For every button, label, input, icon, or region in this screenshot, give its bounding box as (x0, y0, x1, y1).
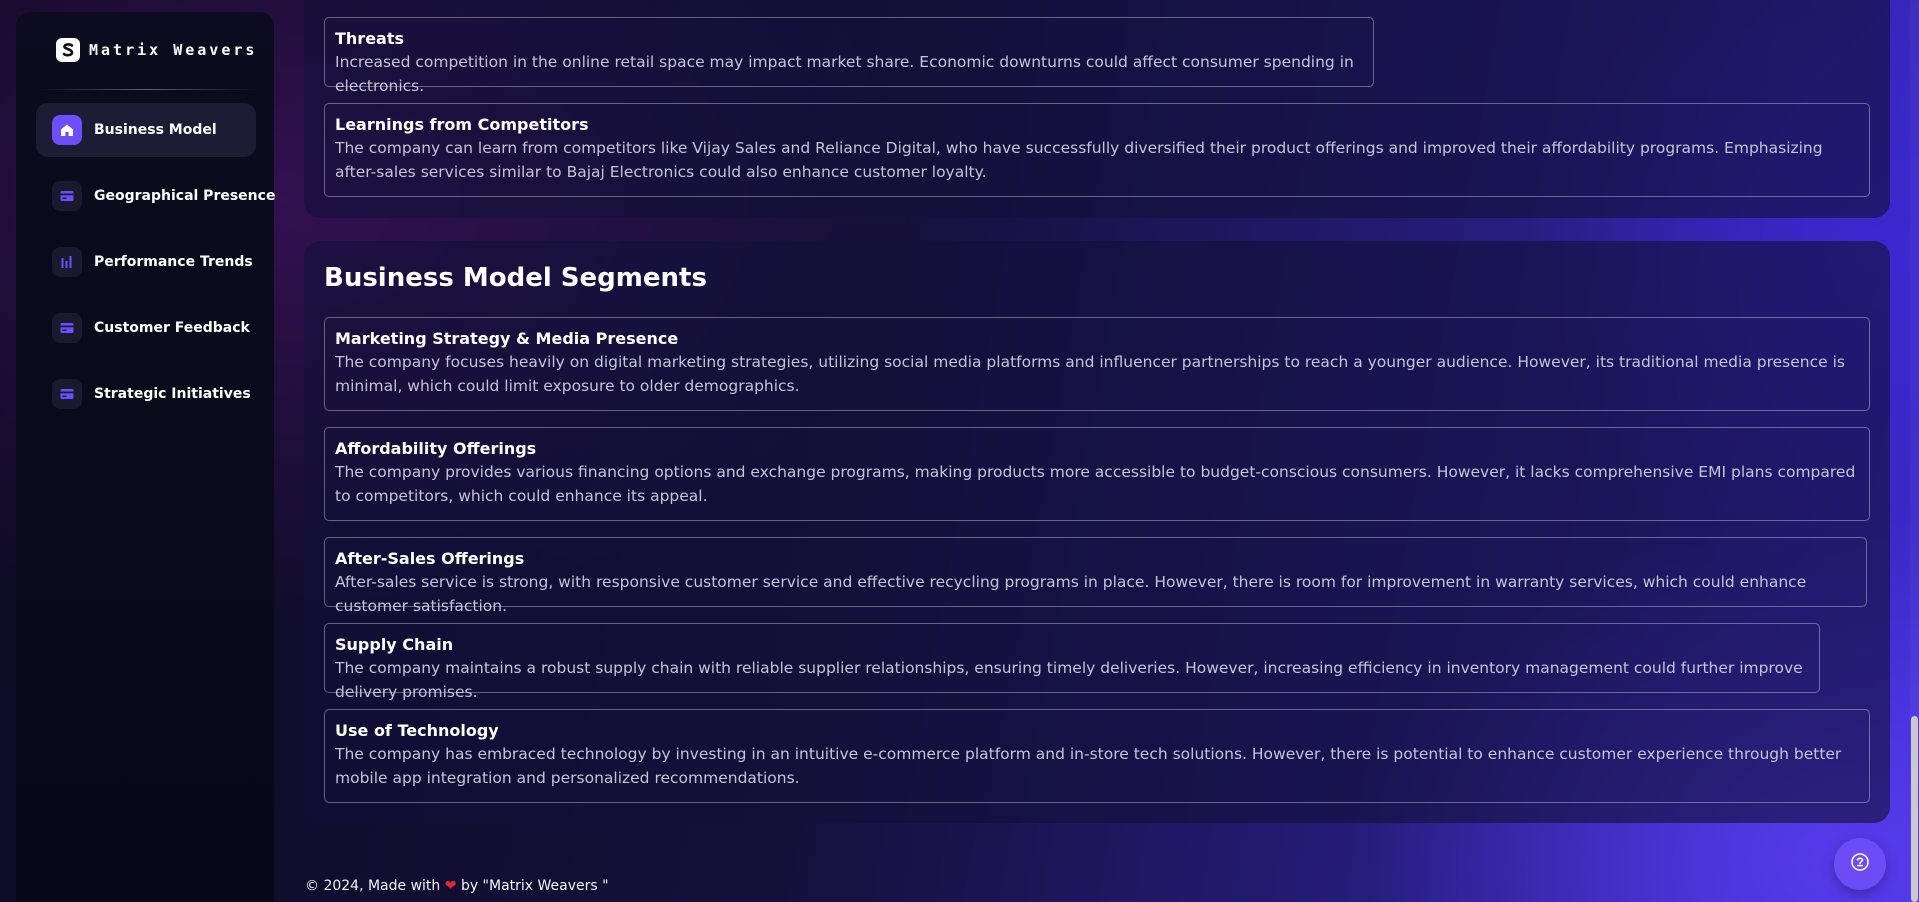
learnings-title: Learnings from Competitors (335, 115, 589, 134)
card-icon (52, 313, 82, 343)
sidebar-item-label: Performance Trends (94, 254, 253, 270)
threats-title: Threats (335, 29, 405, 48)
segment-title: Use of Technology (335, 721, 499, 740)
card-icon (52, 379, 82, 409)
section-title: Business Model Segments (324, 263, 707, 293)
card-icon (52, 181, 82, 211)
home-icon (52, 115, 82, 145)
sidebar-item-business-model[interactable]: Business Model (36, 103, 256, 157)
segment-text: The company has embraced technology by i… (335, 745, 1842, 787)
sidebar-item-customer-feedback[interactable]: Customer Feedback (36, 301, 256, 355)
segment-after-sales: After-Sales Offerings After-sales servic… (324, 537, 1867, 615)
learnings-text: The company can learn from competitors l… (335, 139, 1823, 181)
footer-prefix: © 2024, Made with (305, 878, 441, 894)
brand-name: Matrix Weavers (89, 41, 258, 59)
sidebar-item-label: Business Model (94, 122, 217, 138)
segment-marketing: Marketing Strategy & Media Presence The … (324, 317, 1870, 411)
segment-technology: Use of Technology The company has embrac… (324, 709, 1870, 803)
sidebar-item-geographical-presence[interactable]: Geographical Presence (36, 169, 275, 223)
segment-title: Marketing Strategy & Media Presence (335, 329, 679, 348)
sidebar-item-strategic-initiatives[interactable]: Strategic Initiatives (36, 367, 256, 421)
footer: © 2024, Made with ❤ by "Matrix Weavers " (305, 878, 609, 894)
segment-title: Affordability Offerings (335, 439, 537, 458)
sidebar-item-label: Strategic Initiatives (94, 386, 251, 402)
threats-box: Threats Increased competition in the onl… (324, 17, 1374, 95)
sidebar-item-label: Geographical Presence (94, 188, 276, 204)
segment-affordability: Affordability Offerings The company prov… (324, 427, 1870, 521)
sidebar: Matrix Weavers Business Model Geographic… (16, 12, 275, 902)
swot-card: Threats Increased competition in the onl… (304, 0, 1890, 218)
segment-text: The company maintains a robust supply ch… (335, 659, 1803, 701)
sidebar-item-label: Customer Feedback (94, 320, 250, 336)
segment-text: After-sales service is strong, with resp… (335, 573, 1807, 615)
page-scrollbar-thumb[interactable] (1911, 716, 1918, 902)
threats-text: Increased competition in the online reta… (335, 53, 1354, 95)
segment-title: After-Sales Offerings (335, 549, 525, 568)
segment-supply-chain: Supply Chain The company maintains a rob… (324, 623, 1820, 701)
segment-text: The company provides various financing o… (335, 463, 1856, 505)
segment-title: Supply Chain (335, 635, 454, 654)
heart-icon: ❤ (444, 878, 457, 894)
sidebar-item-performance-trends[interactable]: Performance Trends (36, 235, 256, 289)
sidebar-divider (38, 89, 256, 90)
sidebar-nav: Business Model Geographical Presence Per… (36, 103, 275, 433)
segment-text: The company focuses heavily on digital m… (335, 353, 1845, 395)
brand[interactable]: Matrix Weavers (56, 38, 257, 62)
chat-help-button[interactable] (1834, 838, 1886, 890)
bar-chart-icon (52, 247, 82, 277)
brand-logo-icon (56, 38, 80, 62)
learnings-box: Learnings from Competitors The company c… (324, 103, 1870, 197)
business-model-segments-card: Business Model Segments Marketing Strate… (304, 241, 1890, 823)
help-chat-icon (1850, 852, 1870, 876)
footer-suffix: by "Matrix Weavers " (460, 878, 609, 894)
